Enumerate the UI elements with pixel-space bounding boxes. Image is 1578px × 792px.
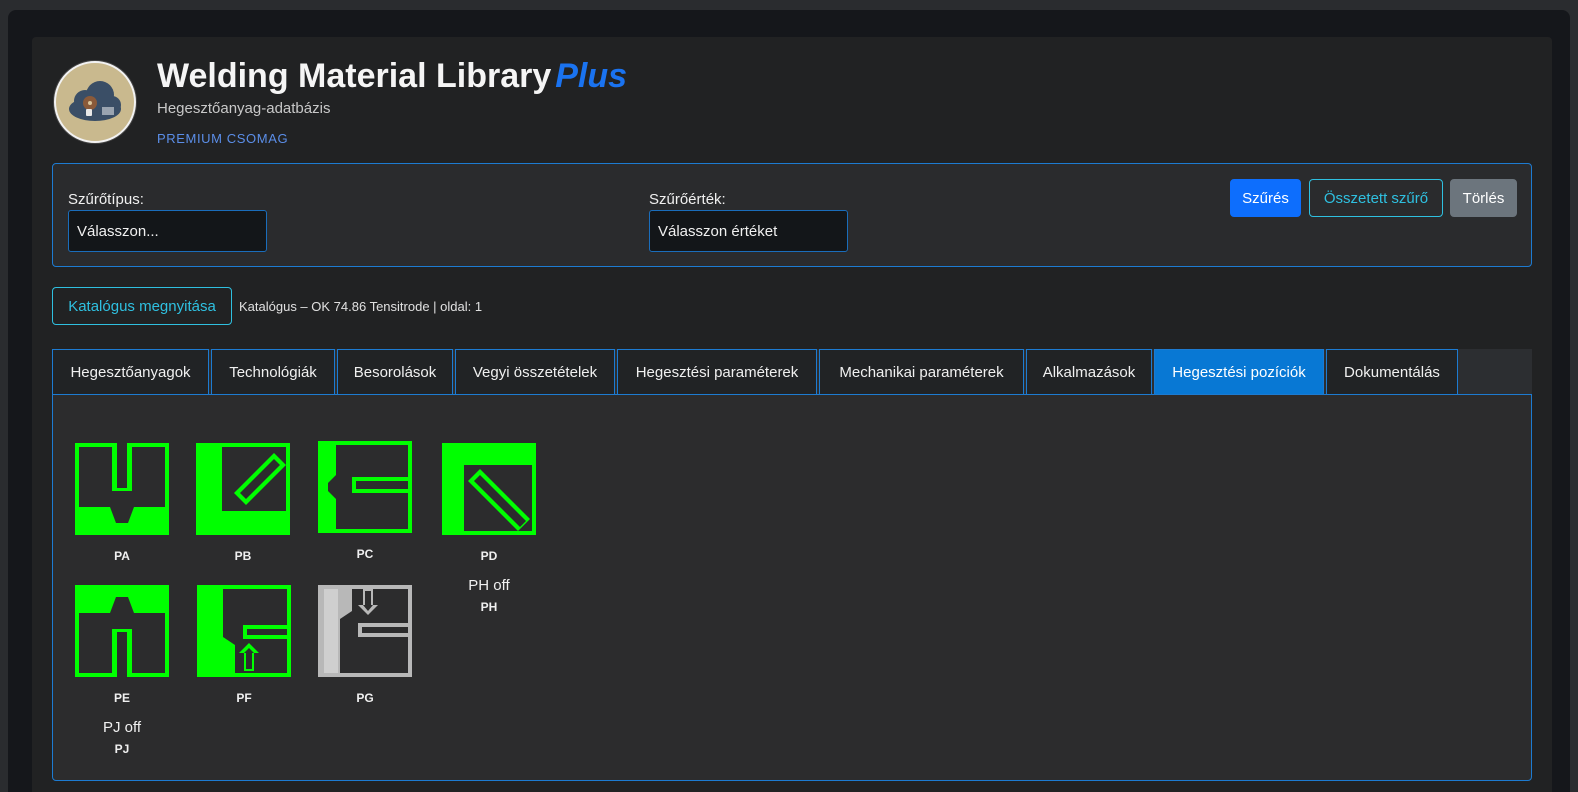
filter-value-label: Szűrőérték:: [649, 191, 726, 208]
position-pe-icon: [75, 585, 169, 677]
position-code: PD: [480, 549, 498, 563]
open-catalog-button[interactable]: Katalógus megnyitása: [52, 287, 232, 325]
tab-mechanikai-parameterek[interactable]: Mechanikai paraméterek: [819, 349, 1024, 395]
filter-type-select[interactable]: Válasszon...: [68, 210, 267, 252]
position-code: PE: [113, 691, 130, 705]
filter-panel: Szűrőtípus: Válasszon... Szűrőérték: Vál…: [52, 163, 1532, 267]
position-pg-icon: [318, 585, 412, 677]
position-pd-icon: [442, 443, 536, 535]
position-pa-icon: [75, 443, 169, 535]
tab-technologiak[interactable]: Technológiák: [211, 349, 335, 395]
filter-value-select[interactable]: Válasszon értéket: [649, 210, 848, 252]
position-pf-icon: [197, 585, 291, 677]
tab-hegesztoanyagok[interactable]: Hegesztőanyagok: [52, 349, 209, 395]
catalog-info: Katalógus – OK 74.86 Tensitrode | oldal:…: [239, 299, 483, 314]
position-off-label: PH off: [468, 577, 510, 594]
position-code: PG: [356, 691, 374, 705]
filter-button[interactable]: Szűrés: [1230, 179, 1301, 217]
compound-filter-button[interactable]: Összetett szűrő: [1309, 179, 1443, 217]
position-pa[interactable]: PA: [72, 443, 172, 563]
positions-panel: PA PB PC PD PH off PH PE PJ off PJ PF PG: [52, 394, 1532, 781]
position-pe[interactable]: PE PJ off PJ: [72, 585, 172, 756]
tab-hegesztesi-poziciok[interactable]: Hegesztési pozíciók: [1154, 349, 1324, 395]
position-pg[interactable]: PG: [315, 585, 415, 705]
tab-alkalmazasok[interactable]: Alkalmazások: [1026, 349, 1152, 395]
tab-hegesztesi-parameterek[interactable]: Hegesztési paraméterek: [617, 349, 817, 395]
filter-type-label: Szűrőtípus:: [68, 191, 144, 208]
position-code: PF: [236, 691, 252, 705]
position-pb-icon: [196, 443, 290, 535]
position-pf[interactable]: PF: [194, 585, 294, 705]
app-container: Welding Material Library Plus Hegesztőany…: [32, 37, 1552, 792]
tab-dokumentalas[interactable]: Dokumentálás: [1326, 349, 1458, 395]
position-off-label: PJ off: [102, 719, 142, 736]
position-code: PC: [356, 547, 374, 561]
cloud-logo-icon: [69, 81, 121, 121]
tab-vegyi-osszetetelek[interactable]: Vegyi összetételek: [455, 349, 615, 395]
position-sub-code: PJ: [114, 742, 130, 756]
position-pb[interactable]: PB: [193, 443, 293, 563]
title-plus: Plus: [555, 57, 628, 95]
app-subtitle: Hegesztőanyag-adatbázis: [157, 100, 331, 117]
clear-button[interactable]: Törlés: [1450, 179, 1517, 217]
window-frame: Welding Material Library Plus Hegesztőany…: [8, 10, 1570, 792]
tab-besorolasok[interactable]: Besorolások: [337, 349, 453, 395]
position-sub-code: PH: [480, 600, 498, 614]
position-pc-icon: [318, 441, 412, 533]
position-pd[interactable]: PD PH off PH: [439, 443, 539, 614]
tab-bar: Hegesztőanyagok Technológiák Besorolások…: [52, 349, 1532, 395]
package-label: PREMIUM CSOMAG: [157, 131, 289, 146]
app-logo: [54, 61, 136, 143]
position-code: PA: [114, 549, 130, 563]
app-title: Welding Material Library Plus: [157, 57, 628, 95]
position-code: PB: [234, 549, 252, 563]
position-pc[interactable]: PC: [315, 441, 415, 561]
